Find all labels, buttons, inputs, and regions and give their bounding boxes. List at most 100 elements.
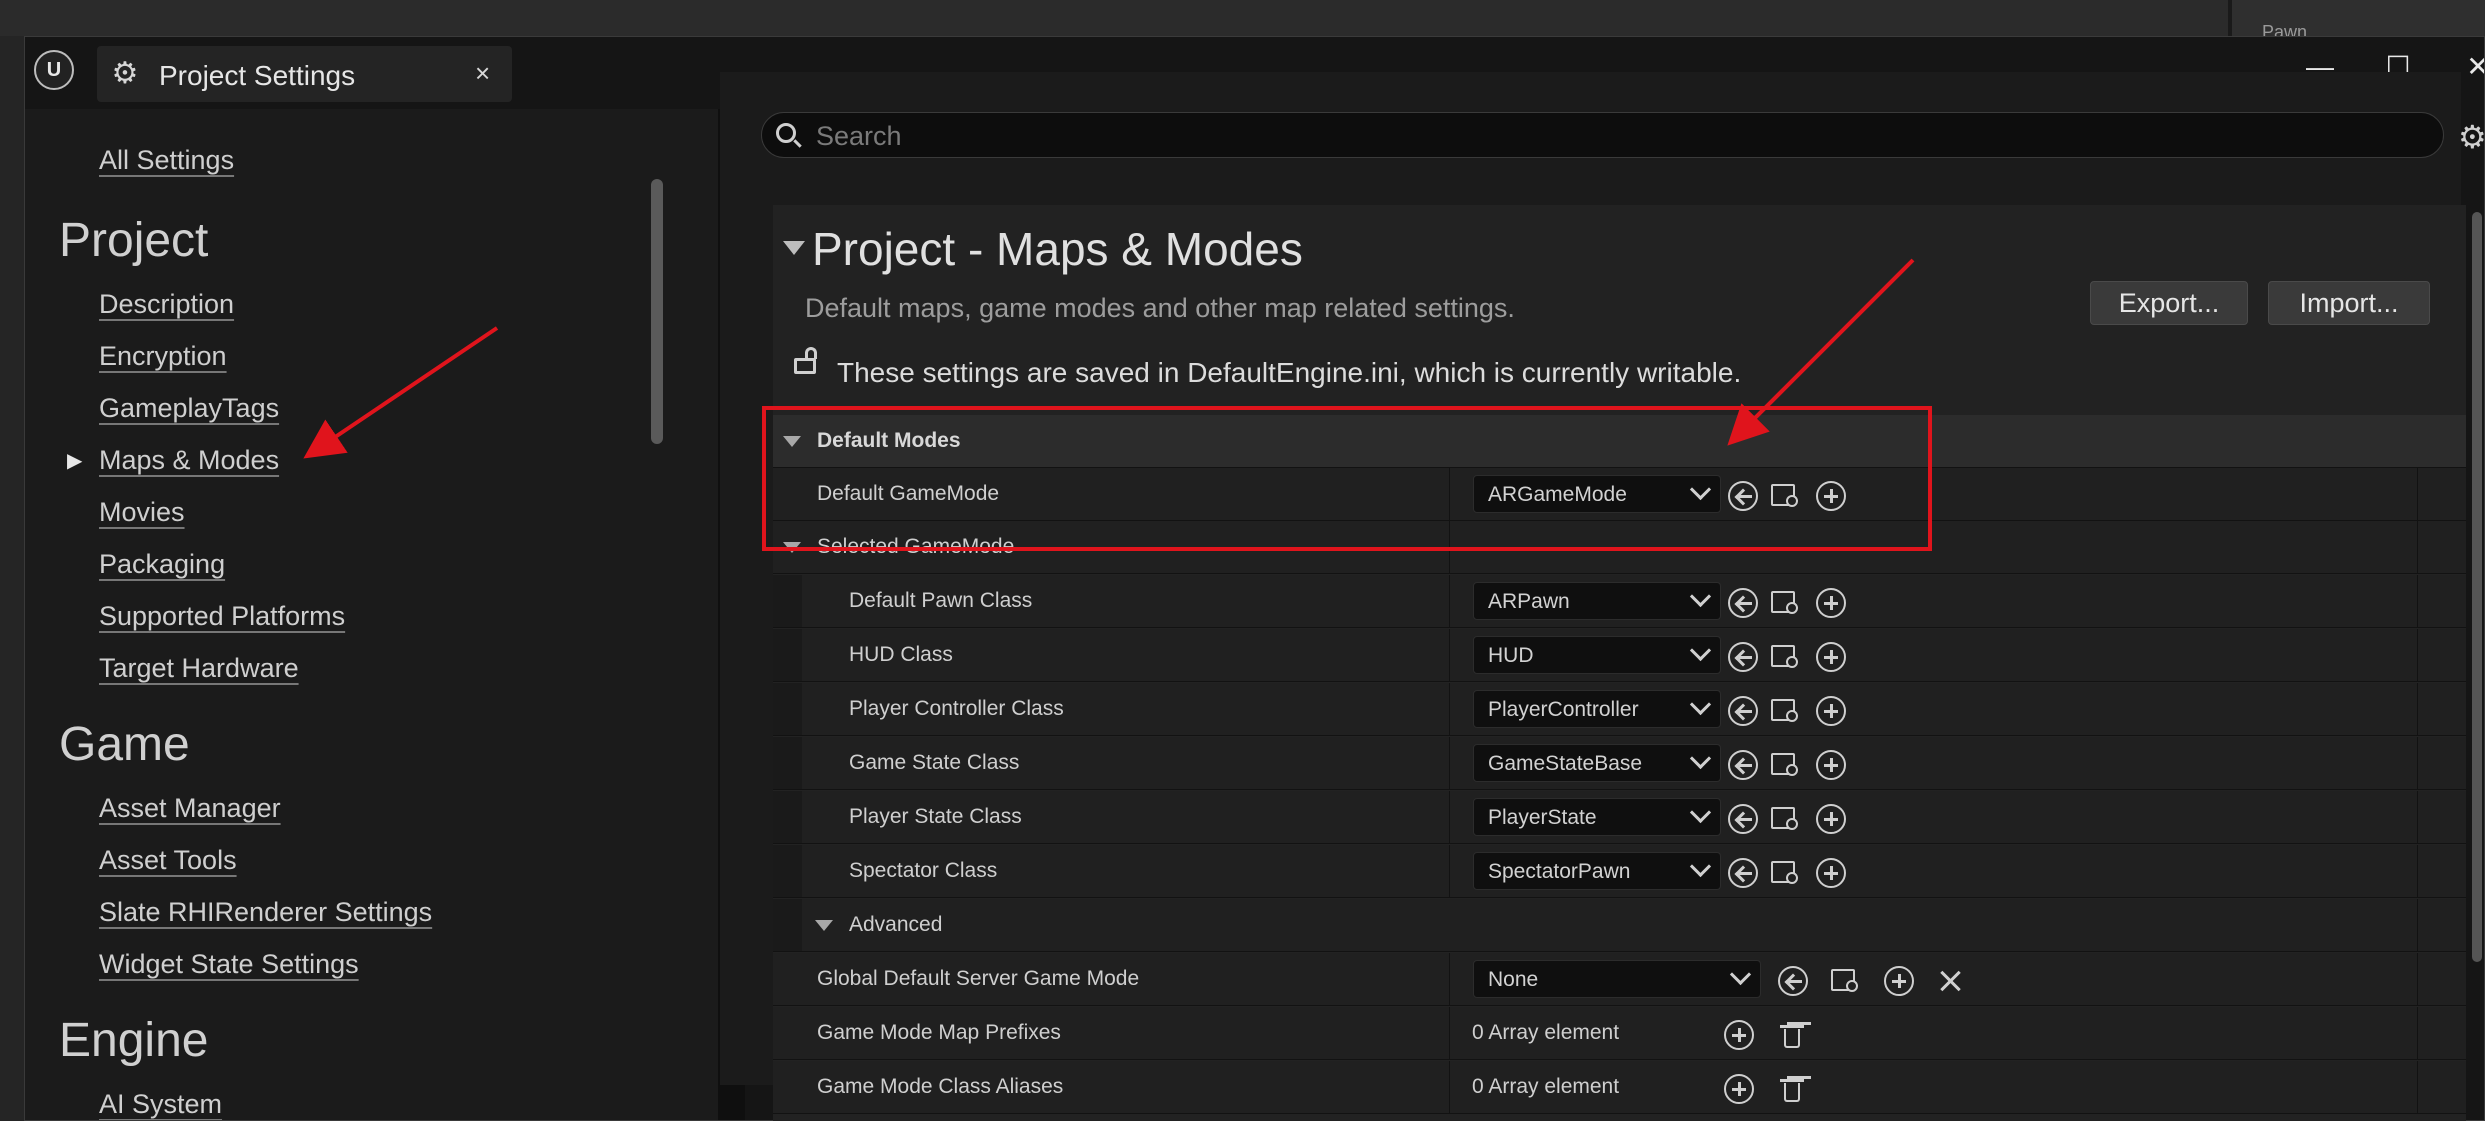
- search-input[interactable]: [814, 117, 2418, 155]
- import-button[interactable]: Import...: [2268, 281, 2430, 325]
- group-advanced[interactable]: Advanced: [773, 899, 2466, 952]
- group-label: Selected GameMode: [817, 535, 1015, 558]
- property-row-spectator-class: Spectator Class SpectatorPawn: [773, 845, 2466, 898]
- property-row-global-default-server-game-mode: Global Default Server Game Mode None: [773, 953, 2466, 1006]
- use-selected-icon[interactable]: [1728, 481, 1758, 511]
- group-selected-gamemode[interactable]: Selected GameMode: [773, 521, 2466, 574]
- chevron-down-icon: [1689, 747, 1712, 770]
- add-element-icon[interactable]: [1724, 1074, 1754, 1104]
- sidebar-item-movies[interactable]: Movies: [99, 497, 185, 528]
- class-picker-combo[interactable]: HUD: [1473, 636, 1721, 674]
- browse-to-asset-icon[interactable]: [1770, 481, 1802, 511]
- group-collapse-icon[interactable]: [815, 920, 833, 931]
- category-collapse-icon[interactable]: [783, 436, 801, 447]
- class-picker-combo[interactable]: ARPawn: [1473, 582, 1721, 620]
- sidebar-item-description[interactable]: Description: [99, 289, 234, 320]
- sidebar-section-game: Game: [59, 718, 190, 771]
- use-selected-icon[interactable]: [1728, 588, 1758, 618]
- add-new-icon[interactable]: [1816, 804, 1846, 834]
- clear-icon[interactable]: [1936, 966, 1966, 996]
- sidebar-item-maps-and-modes[interactable]: Maps & Modes: [99, 445, 279, 476]
- tab-close-icon[interactable]: ×: [475, 58, 490, 89]
- export-button[interactable]: Export...: [2090, 281, 2248, 325]
- property-row-game-state-class: Game State Class GameStateBase: [773, 737, 2466, 790]
- class-picker-combo[interactable]: PlayerController: [1473, 690, 1721, 728]
- property-label: Default GameMode: [817, 482, 1000, 505]
- property-label: Player Controller Class: [849, 697, 1064, 720]
- tab-title: Project Settings: [159, 60, 356, 91]
- browse-to-asset-icon[interactable]: [1770, 804, 1802, 834]
- property-row-hud-class: HUD Class HUD: [773, 629, 2466, 682]
- background-details-panel: Pawn: [2228, 0, 2485, 42]
- unreal-logo-icon: U: [34, 50, 74, 90]
- sidebar-scrollbar[interactable]: [651, 179, 663, 444]
- class-picker-combo[interactable]: ARGameMode: [1473, 475, 1721, 513]
- sidebar-item-asset-tools[interactable]: Asset Tools: [99, 845, 237, 876]
- chevron-down-icon: [1689, 639, 1712, 662]
- array-count: 0 Array element: [1472, 1075, 1620, 1098]
- group-label: Advanced: [849, 913, 943, 936]
- sidebar-section-project: Project: [59, 214, 209, 267]
- sidebar-item-target-hardware[interactable]: Target Hardware: [99, 653, 299, 684]
- add-new-icon[interactable]: [1816, 642, 1846, 672]
- section-collapse-triangle-icon[interactable]: [783, 241, 805, 255]
- sidebar-item-slate-rhirenderer-settings[interactable]: Slate RHIRenderer Settings: [99, 897, 432, 928]
- sidebar-item-gameplaytags[interactable]: GameplayTags: [99, 393, 279, 424]
- class-picker-combo[interactable]: None: [1473, 960, 1761, 998]
- sidebar-item-ai-system[interactable]: AI System: [99, 1089, 222, 1120]
- browse-to-asset-icon[interactable]: [1830, 966, 1862, 996]
- class-picker-combo[interactable]: PlayerState: [1473, 798, 1721, 836]
- combo-value: ARPawn: [1488, 590, 1570, 613]
- sidebar-item-all-settings[interactable]: All Settings: [99, 145, 234, 176]
- settings-gear-icon: ⚙: [111, 57, 139, 90]
- add-new-icon[interactable]: [1816, 481, 1846, 511]
- sidebar-item-widget-state-settings[interactable]: Widget State Settings: [99, 949, 359, 980]
- settings-sidebar: All Settings Project Description Encrypt…: [25, 109, 718, 1120]
- add-new-icon[interactable]: [1816, 750, 1846, 780]
- class-picker-combo[interactable]: SpectatorPawn: [1473, 852, 1721, 890]
- property-label: Game Mode Class Aliases: [817, 1075, 1064, 1098]
- sidebar-item-supported-platforms[interactable]: Supported Platforms: [99, 601, 345, 632]
- use-selected-icon[interactable]: [1728, 858, 1758, 888]
- sidebar-item-packaging[interactable]: Packaging: [99, 549, 225, 580]
- property-label: Game State Class: [849, 751, 1020, 774]
- add-new-icon[interactable]: [1816, 696, 1846, 726]
- class-picker-combo[interactable]: GameStateBase: [1473, 744, 1721, 782]
- selected-item-arrow-icon: ▶: [67, 450, 83, 472]
- add-new-icon[interactable]: [1816, 858, 1846, 888]
- delete-all-icon[interactable]: [1777, 1074, 1807, 1104]
- chevron-down-icon: [1689, 855, 1712, 878]
- chevron-down-icon: [1689, 478, 1712, 501]
- browse-to-asset-icon[interactable]: [1770, 696, 1802, 726]
- sidebar-item-encryption[interactable]: Encryption: [99, 341, 227, 372]
- view-options-gear-icon[interactable]: ⚙: [2458, 118, 2485, 156]
- combo-value: GameStateBase: [1488, 752, 1643, 775]
- browse-to-asset-icon[interactable]: [1770, 588, 1802, 618]
- property-label: Player State Class: [849, 805, 1022, 828]
- use-selected-icon[interactable]: [1728, 804, 1758, 834]
- browse-to-asset-icon[interactable]: [1770, 750, 1802, 780]
- page-description: Default maps, game modes and other map r…: [805, 293, 1515, 323]
- chevron-down-icon: [1689, 801, 1712, 824]
- category-default-modes[interactable]: Default Modes: [773, 415, 2466, 468]
- use-selected-icon[interactable]: [1728, 696, 1758, 726]
- sidebar-item-asset-manager[interactable]: Asset Manager: [99, 793, 281, 824]
- browse-to-asset-icon[interactable]: [1770, 642, 1802, 672]
- group-collapse-icon[interactable]: [783, 542, 801, 553]
- config-writable-note: These settings are saved in DefaultEngin…: [837, 357, 1742, 388]
- details-scrollbar[interactable]: [2472, 212, 2482, 962]
- add-new-icon[interactable]: [1816, 588, 1846, 618]
- add-element-icon[interactable]: [1724, 1020, 1754, 1050]
- use-selected-icon[interactable]: [1728, 642, 1758, 672]
- chevron-down-icon: [1729, 963, 1752, 986]
- add-new-icon[interactable]: [1884, 966, 1914, 996]
- unlocked-icon: [794, 347, 817, 374]
- delete-all-icon[interactable]: [1777, 1020, 1807, 1050]
- use-selected-icon[interactable]: [1728, 750, 1758, 780]
- combo-value: SpectatorPawn: [1488, 860, 1631, 883]
- browse-to-asset-icon[interactable]: [1770, 858, 1802, 888]
- tab-project-settings[interactable]: ⚙ Project Settings ×: [97, 46, 512, 102]
- background-viewport: [0, 0, 2485, 36]
- use-selected-icon[interactable]: [1778, 966, 1808, 996]
- search-box: [761, 112, 2444, 158]
